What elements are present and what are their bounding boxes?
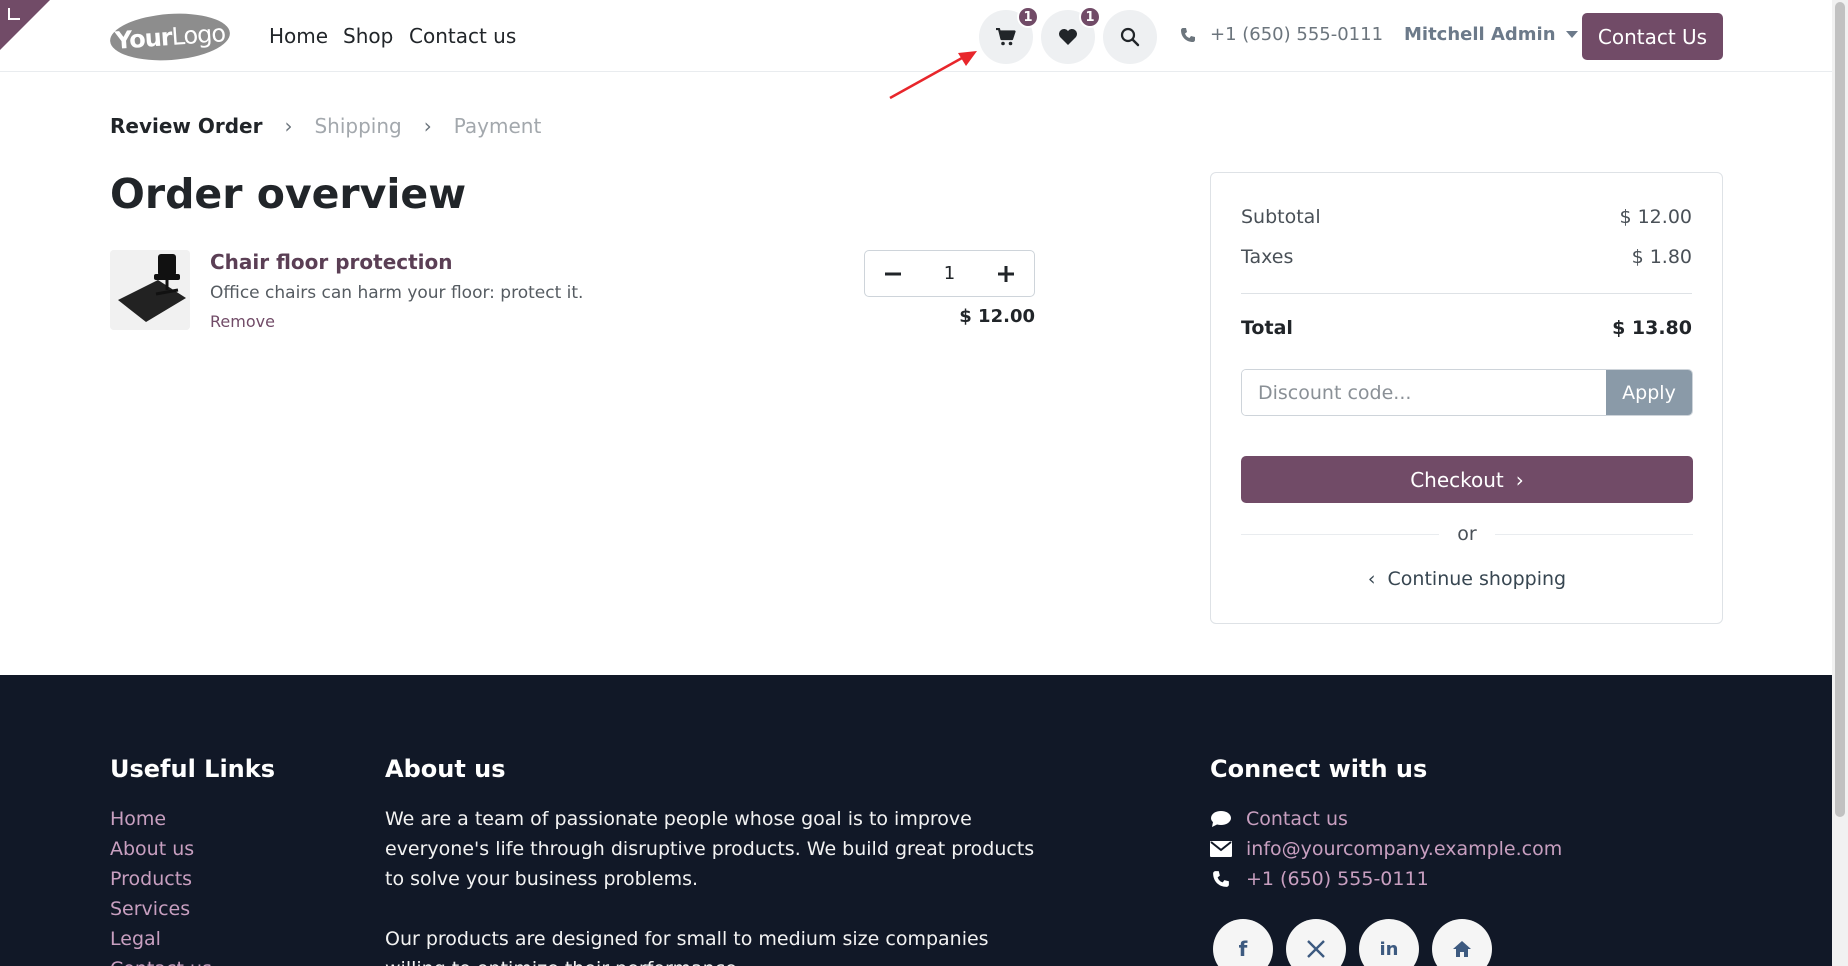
cart-button[interactable]: 1	[979, 6, 1039, 64]
footer-link-about-us[interactable]: About us	[110, 838, 194, 860]
footer-email-link[interactable]: info@yourcompany.example.com	[1210, 838, 1562, 860]
contact-us-text: Contact us	[1246, 808, 1348, 830]
taxes-label: Taxes	[1241, 246, 1294, 268]
footer-phone-link[interactable]: +1 (650) 555-0111	[1210, 868, 1429, 890]
home-icon	[1453, 941, 1471, 957]
connect-heading: Connect with us	[1210, 755, 1428, 783]
cart-count-badge: 1	[1017, 6, 1039, 28]
step-shipping: Shipping	[314, 114, 402, 138]
product-image[interactable]	[110, 250, 190, 330]
linkedin-icon: in	[1379, 938, 1399, 960]
useful-links-heading: Useful Links	[110, 755, 276, 783]
continue-shopping-link[interactable]: ‹ Continue shopping	[1241, 568, 1693, 590]
facebook-icon: f	[1238, 937, 1248, 961]
or-separator: or	[1241, 523, 1693, 545]
checkout-button[interactable]: Checkout ›	[1241, 456, 1693, 503]
nav-contact-us[interactable]: Contact us	[409, 24, 516, 48]
about-us-heading: About us	[385, 755, 506, 783]
phone-text: +1 (650) 555-0111	[1246, 868, 1429, 890]
subtotal-value: $ 12.00	[1619, 206, 1692, 228]
chevron-right-icon: ›	[423, 114, 432, 138]
email-text: info@yourcompany.example.com	[1246, 838, 1563, 860]
discount-code-input[interactable]	[1242, 370, 1606, 415]
step-payment: Payment	[453, 114, 542, 138]
facebook-button[interactable]: f	[1213, 919, 1273, 966]
total-row: Total $ 13.80	[1241, 317, 1692, 339]
envelope-icon	[1210, 841, 1232, 857]
search-button[interactable]	[1103, 10, 1157, 64]
logo-text-thin: Logo	[170, 19, 226, 51]
nav-home[interactable]: Home	[269, 24, 328, 48]
logo-text-bold: Your	[114, 22, 173, 55]
footer-link-home[interactable]: Home	[110, 808, 166, 830]
chevron-right-icon: ›	[284, 114, 293, 138]
subtotal-label: Subtotal	[1241, 206, 1321, 228]
user-name: Mitchell Admin	[1404, 24, 1556, 45]
annotation-arrow	[889, 51, 977, 100]
or-label: or	[1457, 523, 1477, 545]
chevron-right-icon: ›	[1515, 467, 1524, 492]
subtotal-row: Subtotal $ 12.00	[1241, 206, 1692, 228]
checkout-steps: Review Order › Shipping › Payment	[110, 114, 541, 138]
footer-link-products[interactable]: Products	[110, 868, 192, 890]
taxes-value: $ 1.80	[1631, 246, 1692, 268]
minus-icon	[885, 272, 901, 275]
heart-icon	[1059, 29, 1077, 45]
nav-shop[interactable]: Shop	[343, 24, 393, 48]
or-line-right	[1494, 533, 1693, 535]
page-title: Order overview	[110, 170, 467, 218]
cart-icon	[996, 28, 1016, 46]
product-description: Office chairs can harm your floor: prote…	[210, 283, 584, 303]
contact-us-button[interactable]: Contact Us	[1582, 13, 1723, 60]
header-phone[interactable]: +1 (650) 555-0111	[1180, 24, 1383, 45]
step-review-order: Review Order	[110, 114, 263, 138]
x-twitter-icon	[1307, 940, 1325, 958]
quantity-stepper: 1	[864, 250, 1035, 297]
phone-icon	[1181, 27, 1195, 42]
total-value: $ 13.80	[1612, 317, 1692, 339]
taxes-row: Taxes $ 1.80	[1241, 246, 1692, 268]
home-social-button[interactable]	[1432, 919, 1492, 966]
chevron-left-icon: ‹	[1367, 568, 1376, 590]
scrollbar-thumb[interactable]	[1835, 2, 1845, 817]
linkedin-button[interactable]: in	[1359, 919, 1419, 966]
footer-link-legal[interactable]: Legal	[110, 928, 161, 950]
about-us-text-2: Our products are designed for small to m…	[385, 928, 989, 966]
comment-icon	[1211, 811, 1231, 827]
twitter-button[interactable]	[1286, 919, 1346, 966]
user-menu[interactable]: Mitchell Admin	[1404, 24, 1578, 45]
wishlist-button[interactable]: 1	[1041, 6, 1101, 64]
page-scrollbar[interactable]	[1832, 0, 1848, 966]
summary-divider	[1241, 293, 1692, 294]
footer-link-services[interactable]: Services	[110, 898, 190, 920]
about-us-text: We are a team of passionate people whose…	[385, 808, 1035, 890]
total-label: Total	[1241, 317, 1293, 339]
increase-quantity-button[interactable]	[996, 264, 1016, 284]
phone-icon	[1213, 871, 1229, 887]
line-item-price: $ 12.00	[959, 306, 1035, 327]
decrease-quantity-button[interactable]	[883, 264, 903, 284]
site-footer: Useful Links Home About us Products Serv…	[0, 675, 1832, 966]
plus-icon	[997, 265, 1014, 282]
continue-shopping-label: Continue shopping	[1387, 568, 1567, 590]
caret-down-icon	[1565, 31, 1578, 38]
product-name-link[interactable]: Chair floor protection	[210, 250, 453, 274]
or-line-left	[1241, 533, 1440, 535]
discount-form: Apply	[1241, 369, 1693, 416]
wishlist-count-badge: 1	[1079, 6, 1101, 28]
quantity-input[interactable]: 1	[944, 263, 955, 284]
search-icon	[1120, 27, 1140, 47]
checkout-label: Checkout	[1410, 467, 1504, 492]
remove-item-link[interactable]: Remove	[210, 312, 275, 331]
corner-mark-icon	[8, 8, 20, 20]
header-phone-text: +1 (650) 555-0111	[1210, 24, 1384, 45]
site-logo[interactable]: Your Logo	[108, 9, 232, 65]
footer-contact-link[interactable]: Contact us	[1210, 808, 1348, 830]
order-summary-card: Subtotal $ 12.00 Taxes $ 1.80 Total $ 13…	[1210, 172, 1723, 624]
chair-mat-image	[110, 250, 190, 330]
apply-discount-button[interactable]: Apply	[1606, 370, 1692, 415]
footer-link-contact-us[interactable]: Contact us	[110, 958, 212, 966]
